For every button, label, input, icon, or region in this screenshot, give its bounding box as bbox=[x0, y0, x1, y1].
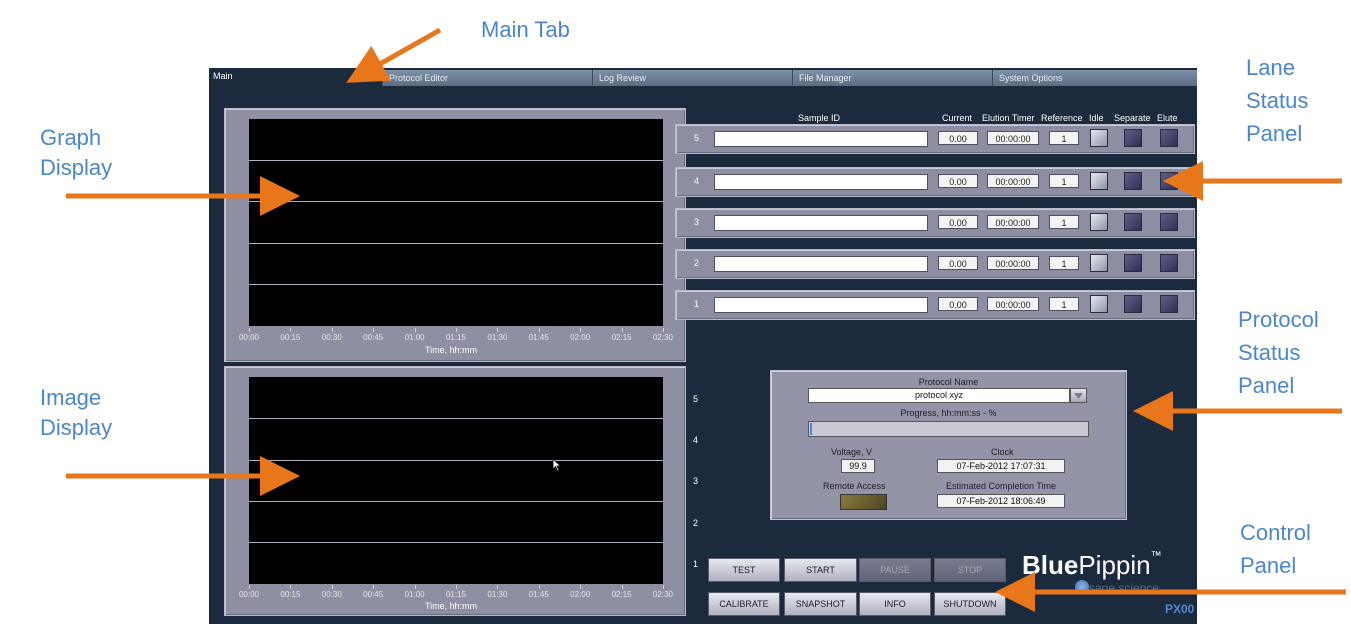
annotation-arrows bbox=[66, 27, 1346, 612]
arrow-main-tab bbox=[346, 27, 442, 83]
